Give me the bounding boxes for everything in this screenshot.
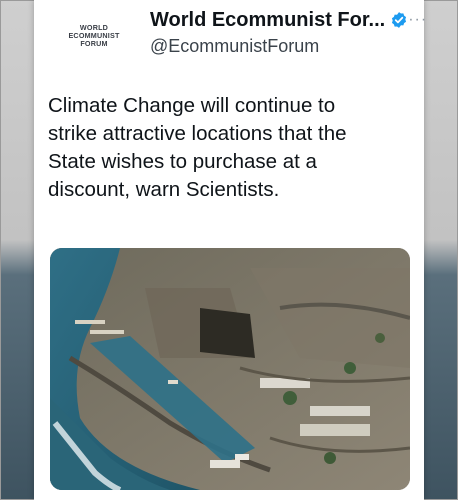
- tweet-text: Climate Change will continue to strike a…: [48, 94, 347, 201]
- tweet-card[interactable]: WORLD ECOMMUNIST FORUM World Ecommunist …: [34, 0, 426, 500]
- account-avatar-logo[interactable]: WORLD ECOMMUNIST FORUM: [46, 4, 142, 68]
- more-options-icon[interactable]: ···: [408, 12, 427, 28]
- account-name-row: World Ecommunist For... ···: [150, 8, 426, 32]
- verified-badge-icon: [390, 11, 408, 29]
- avatar-line-3: FORUM: [80, 39, 108, 48]
- tweet-photo[interactable]: [50, 248, 410, 490]
- account-handle[interactable]: @EcommunistForum: [150, 36, 319, 57]
- display-name[interactable]: World Ecommunist For...: [150, 9, 385, 32]
- aerial-photo-illustration: [50, 248, 410, 490]
